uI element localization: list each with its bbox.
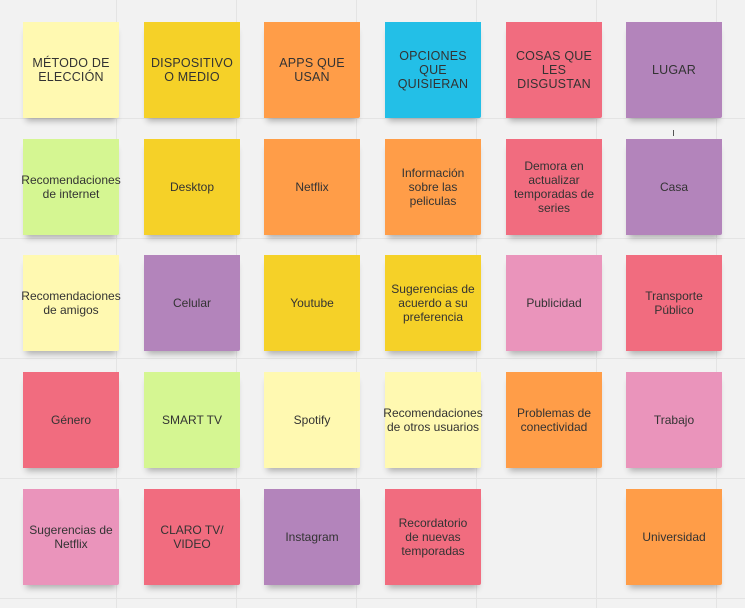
note-instagram[interactable]: Instagram [264, 489, 360, 585]
note-youtube[interactable]: Youtube [264, 255, 360, 351]
note-header-opciones[interactable]: OPCIONES QUE QUISIERAN [385, 22, 481, 118]
note-header-metodo[interactable]: MÉTODO DE ELECCIÓN [23, 22, 119, 118]
note-genero[interactable]: Género [23, 372, 119, 468]
note-problemas-conectividad[interactable]: Problemas de conectividad [506, 372, 602, 468]
note-recomendaciones-amigos[interactable]: Recomendaciones de amigos [21, 255, 121, 351]
note-netflix[interactable]: Netflix [264, 139, 360, 235]
note-recomendaciones-internet[interactable]: Recomendaciones de internet [21, 139, 121, 235]
note-trabajo[interactable]: Trabajo [626, 372, 722, 468]
note-claro-tv[interactable]: CLARO TV/ VIDEO [144, 489, 240, 585]
sticky-note-board: MÉTODO DE ELECCIÓN Recomendaciones de in… [0, 0, 745, 608]
note-desktop[interactable]: Desktop [144, 139, 240, 235]
note-header-disgustan[interactable]: COSAS QUE LES DISGUSTAN [506, 22, 602, 118]
note-sugerencias-netflix[interactable]: Sugerencias de Netflix [23, 489, 119, 585]
note-header-lugar[interactable]: LUGAR [626, 22, 722, 118]
note-recomendaciones-usuarios[interactable]: Recomendaciones de otros usuarios [383, 372, 483, 468]
note-demora-actualizar[interactable]: Demora en actualizar temporadas de serie… [506, 139, 602, 235]
note-casa[interactable]: Casa [626, 139, 722, 235]
note-spotify[interactable]: Spotify [264, 372, 360, 468]
note-recordatorio-temporadas[interactable]: Recordatorio de nuevas temporadas [385, 489, 481, 585]
note-header-apps[interactable]: APPS QUE USAN [264, 22, 360, 118]
cursor-tick [673, 130, 674, 136]
note-universidad[interactable]: Universidad [626, 489, 722, 585]
note-informacion-peliculas[interactable]: Información sobre las peliculas [385, 139, 481, 235]
note-publicidad[interactable]: Publicidad [506, 255, 602, 351]
note-celular[interactable]: Celular [144, 255, 240, 351]
note-smart-tv[interactable]: SMART TV [144, 372, 240, 468]
note-sugerencias-preferencia[interactable]: Sugerencias de acuerdo a su preferencia [385, 255, 481, 351]
note-header-dispositivo[interactable]: DISPOSITIVO O MEDIO [144, 22, 240, 118]
note-transporte-publico[interactable]: Transporte Público [626, 255, 722, 351]
